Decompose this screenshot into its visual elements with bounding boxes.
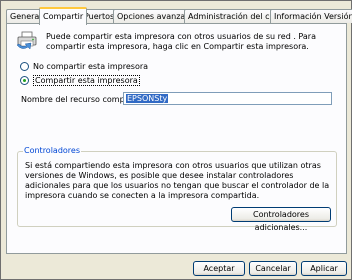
radio-shared-control[interactable] xyxy=(20,75,29,85)
drivers-group: Controladores Si está compartiendo esta … xyxy=(17,146,337,232)
tab-strip: General Compartir Puertos Opciones avanz… xyxy=(6,7,352,25)
radio-not-shared-label: No compartir esta impresora xyxy=(33,61,149,71)
printer-properties-dialog: General Compartir Puertos Opciones avanz… xyxy=(0,0,352,280)
share-name-value: EPSONSty xyxy=(126,94,169,103)
cancel-button[interactable]: Cancelar xyxy=(249,261,297,276)
drivers-group-title: Controladores xyxy=(23,146,81,155)
radio-shared-label: Compartir esta impresora xyxy=(33,74,140,86)
tab-informacion-version[interactable]: Información Versión xyxy=(270,9,352,23)
tab-compartir[interactable]: Compartir xyxy=(39,7,88,25)
ok-button[interactable]: Aceptar xyxy=(193,261,245,276)
additional-drivers-button[interactable]: Controladores adicionales... xyxy=(231,207,331,232)
radio-shared[interactable]: Compartir esta impresora xyxy=(20,74,140,86)
drivers-description: Si está compartiendo esta impresora con … xyxy=(25,161,330,200)
sharing-intro-text: Puede compartir esta impresora con otros… xyxy=(46,32,316,51)
apply-button[interactable]: Aplicar xyxy=(301,261,347,276)
radio-not-shared[interactable]: No compartir esta impresora xyxy=(20,61,148,71)
printer-share-icon xyxy=(16,31,37,50)
share-name-input[interactable]: EPSONSty xyxy=(123,92,332,105)
radio-not-shared-control[interactable] xyxy=(20,61,29,71)
sharing-panel: Puede compartir esta impresora con otros… xyxy=(6,23,347,254)
